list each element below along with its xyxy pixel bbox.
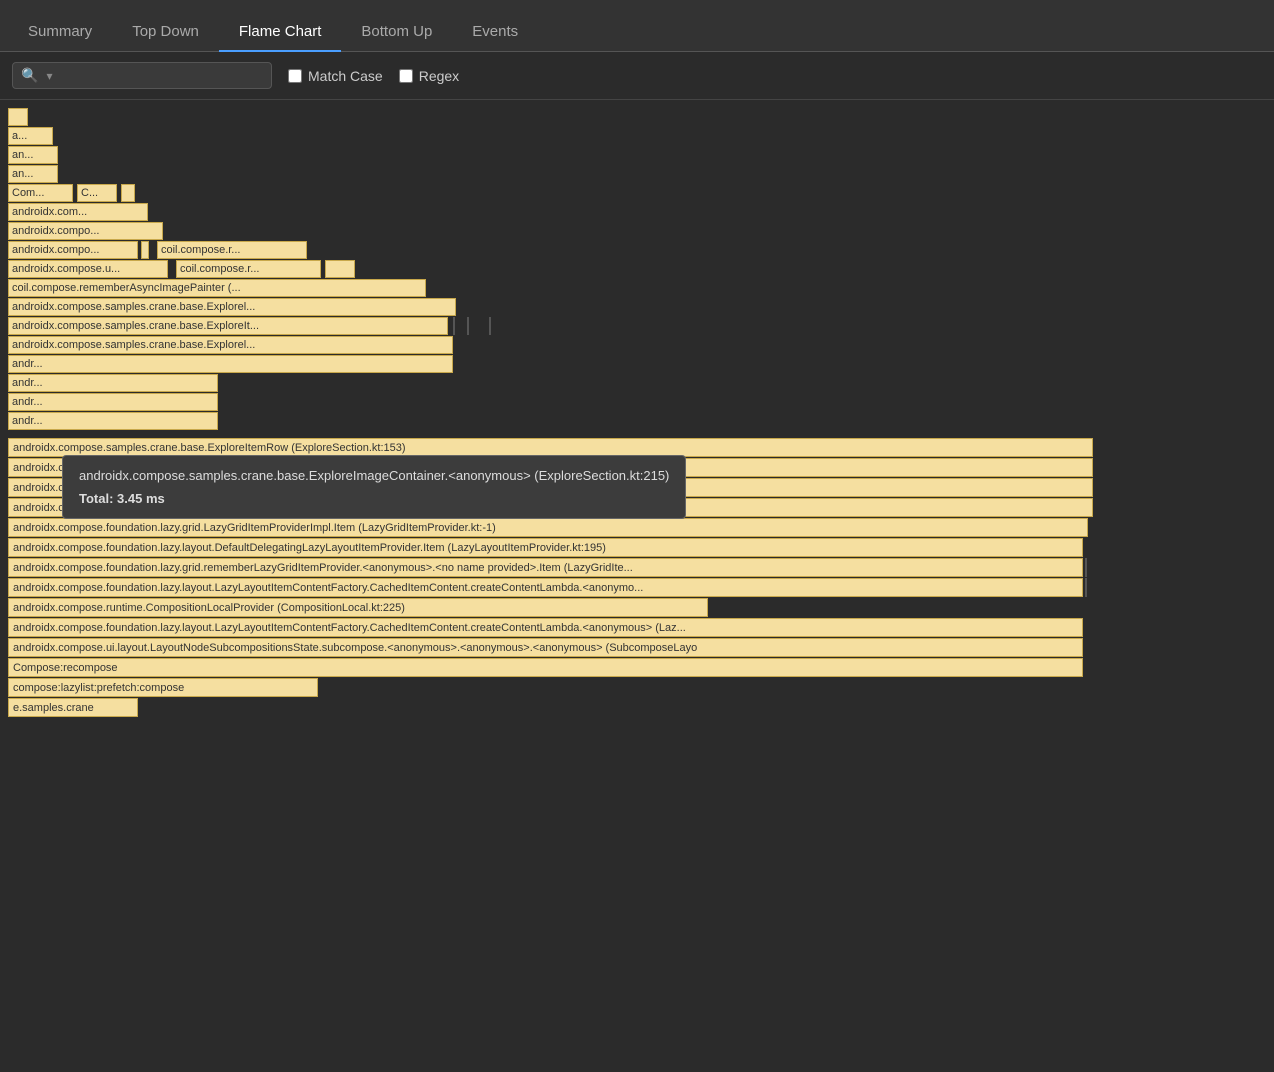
tab-bar: Summary Top Down Flame Chart Bottom Up E… [0,0,1274,52]
flame-bar[interactable]: compose:lazylist:prefetch:compose [8,678,318,697]
flame-row: andr... [8,374,1274,392]
flame-bar[interactable]: coil.compose.rememberAsyncImagePainter (… [8,279,426,297]
full-row: androidx.compose.foundation.lazy.grid.re… [8,558,1274,577]
flame-bar[interactable]: an... [8,146,58,164]
flame-bar[interactable]: androidx.compose.foundation.lazy.grid.La… [8,518,1088,537]
flame-bar[interactable]: coil.compose.r... [157,241,307,259]
flame-bar[interactable]: androidx.compose.foundation.lazy.layout.… [8,538,1083,557]
flame-bar[interactable] [121,184,135,202]
flame-bar[interactable]: androidx.compose.foundation.lazy.grid.re… [8,558,1083,577]
flame-bar[interactable]: Compose:recompose [8,658,1083,677]
flame-bar[interactable]: C... [77,184,117,202]
flame-row: coil.compose.rememberAsyncImagePainter (… [8,279,1274,297]
tab-summary[interactable]: Summary [8,13,112,52]
flame-row: androidx.compose.samples.crane.base.Expl… [8,336,1274,354]
flame-row: Com... C... [8,184,1274,202]
flame-bar[interactable]: andr... [8,374,218,392]
regex-text: Regex [419,68,459,84]
full-row: androidx.compose.foundation.lazy.layout.… [8,578,1274,597]
flame-bar[interactable]: androidx.compose.samples.crane.base.Expl… [8,317,448,335]
flame-bar[interactable]: androidx.compo... [8,241,138,259]
flame-bar[interactable]: androidx.compose.ui.layout.LayoutNodeSub… [8,638,1083,657]
flame-row: andr... [8,355,1274,373]
flame-bar[interactable]: androidx.compose.samples.crane.base.Expl… [8,298,456,316]
tab-events[interactable]: Events [452,13,538,52]
flame-row: an... [8,165,1274,183]
flame-row: andr... [8,412,1274,430]
match-case-text: Match Case [308,68,383,84]
tab-flame-chart[interactable]: Flame Chart [219,13,342,52]
flame-row: androidx.compose.samples.crane.base.Expl… [8,317,1274,335]
flame-row: an... [8,146,1274,164]
flame-bar[interactable] [141,241,149,259]
full-row: androidx.compose.ui.layout.LayoutNodeSub… [8,638,1274,657]
regex-label[interactable]: Regex [399,68,459,84]
flame-bar[interactable]: androidx.compose.runtime.CompositionLoca… [8,598,708,617]
flame-row: androidx.compo... [8,222,1274,240]
full-row: androidx.compose.runtime.CompositionLoca… [8,598,1274,617]
search-bar: 🔍 ▾ Match Case Regex [0,52,1274,100]
flame-bar[interactable]: a... [8,127,53,145]
flame-row: a... [8,127,1274,145]
flame-bar[interactable] [325,260,355,278]
full-row: androidx.compose.foundation.lazy.grid.La… [8,518,1274,537]
flame-bar[interactable]: andr... [8,412,218,430]
flame-area: a... an... an... Com... C... androidx.co… [0,100,1274,718]
flame-bar[interactable]: an... [8,165,58,183]
flame-row [8,108,1274,126]
flame-bar[interactable]: andr... [8,355,453,373]
tooltip-title: androidx.compose.samples.crane.base.Expl… [79,468,669,483]
flame-row: androidx.compo... coil.compose.r... [8,241,1274,259]
flame-bar[interactable]: androidx.compose.u... [8,260,168,278]
flame-bar[interactable] [8,108,28,126]
tick-mark [1085,578,1087,597]
match-case-checkbox[interactable] [288,69,302,83]
flame-tooltip: androidx.compose.samples.crane.base.Expl… [62,455,686,519]
tooltip-total: Total: 3.45 ms [79,491,669,506]
search-input[interactable] [58,68,263,83]
tick-mark [489,317,491,335]
match-case-label[interactable]: Match Case [288,68,383,84]
search-input-wrap[interactable]: 🔍 ▾ [12,62,272,89]
flame-rows-top: a... an... an... Com... C... androidx.co… [0,108,1274,430]
flame-bar[interactable]: e.samples.crane [8,698,138,717]
flame-bar[interactable]: androidx.compose.foundation.lazy.layout.… [8,618,1083,637]
flame-bar[interactable]: androidx.compose.samples.crane.base.Expl… [8,336,453,354]
flame-bar[interactable]: androidx.compo... [8,222,163,240]
flame-bar[interactable]: Com... [8,184,73,202]
tab-bottom-up[interactable]: Bottom Up [341,13,452,52]
full-row: androidx.compose.foundation.lazy.layout.… [8,618,1274,637]
tab-top-down[interactable]: Top Down [112,13,219,52]
tick-mark [1085,558,1087,577]
full-row: compose:lazylist:prefetch:compose [8,678,1274,697]
full-row: e.samples.crane [8,698,1274,717]
flame-row: androidx.compose.u... coil.compose.r... [8,260,1274,278]
flame-bar[interactable]: andr... [8,393,218,411]
flame-bar[interactable]: coil.compose.r... [176,260,321,278]
flame-row: andr... [8,393,1274,411]
regex-checkbox[interactable] [399,69,413,83]
flame-bar[interactable]: androidx.compose.foundation.lazy.layout.… [8,578,1083,597]
search-icon: 🔍 [21,67,38,84]
full-row: Compose:recompose [8,658,1274,677]
flame-row: androidx.com... [8,203,1274,221]
flame-bar[interactable]: androidx.com... [8,203,148,221]
full-row: androidx.compose.foundation.lazy.layout.… [8,538,1274,557]
search-dropdown-arrow[interactable]: ▾ [46,69,52,83]
flame-row: androidx.compose.samples.crane.base.Expl… [8,298,1274,316]
